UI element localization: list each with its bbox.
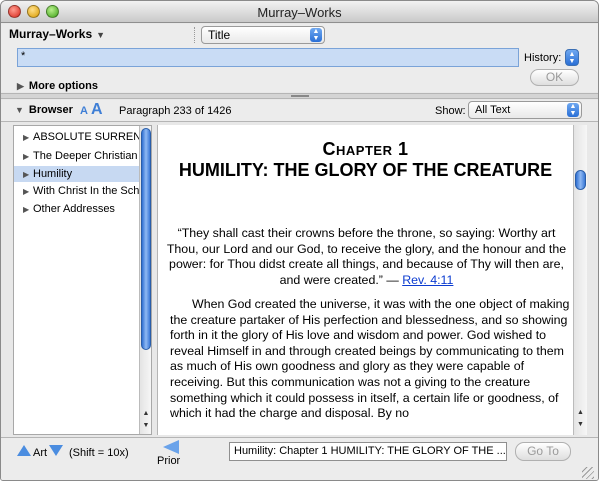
- show-filter-select[interactable]: All Text ▲ ▼: [468, 101, 582, 119]
- chapter-number: Chapter 1: [322, 139, 409, 159]
- browser-bar: ▼ Browser A A Paragraph 233 of 1426 Show:…: [1, 100, 598, 122]
- window-title: Murray–Works: [257, 5, 342, 20]
- disclosure-triangle-down-icon: ▼: [15, 105, 24, 115]
- article-up-icon[interactable]: [17, 445, 31, 456]
- tree-item[interactable]: ▶ Other Addresses: [14, 201, 139, 217]
- history-label: History:: [524, 52, 562, 64]
- tree-item[interactable]: ▶The Deeper Christian Life: [14, 148, 139, 164]
- scroll-up-icon[interactable]: ▲: [574, 409, 587, 416]
- splitter-grip-icon: [291, 95, 309, 97]
- scroll-up-icon[interactable]: ▲: [140, 410, 152, 417]
- title-bar[interactable]: Murray–Works: [1, 1, 598, 23]
- epigraph: “They shall cast their crowns before the…: [164, 226, 569, 288]
- tree-item-label: Other Addresses: [33, 203, 115, 215]
- tree-item[interactable]: ▶ABSOLUTE SURRENDER: [14, 129, 139, 145]
- search-panel: Murray–Works ▼ Title ▲ ▼ * History: ▲ ▼ OK …: [1, 24, 598, 92]
- browser-toggle[interactable]: ▼ Browser: [15, 104, 73, 116]
- scroll-down-icon[interactable]: ▼: [140, 422, 152, 429]
- search-field-value: Title: [208, 28, 231, 42]
- select-stepper-icon: ▲ ▼: [310, 28, 322, 42]
- go-to-button[interactable]: Go To: [515, 442, 571, 461]
- scroll-down-icon[interactable]: ▼: [574, 421, 587, 428]
- document-scrollbar[interactable]: ▲ ▼: [573, 125, 587, 435]
- location-input[interactable]: Humility: Chapter 1 HUMILITY: THE GLORY …: [229, 442, 507, 461]
- scripture-reference-link[interactable]: Rev. 4:11: [402, 273, 453, 287]
- navigation-bar: Art (Shift = 10x) Prior Humility: Chapte…: [1, 437, 598, 480]
- article-label: Art: [33, 447, 48, 459]
- epigraph-text: “They shall cast their crowns before the…: [166, 226, 567, 287]
- browser-label: Browser: [28, 104, 73, 116]
- prior-arrow-icon[interactable]: [163, 440, 179, 454]
- toolbar-divider: [194, 27, 195, 43]
- show-label: Show:: [435, 105, 466, 117]
- tree-item-label: The Deeper Christian Life: [33, 150, 139, 162]
- show-filter-value: All Text: [475, 104, 511, 116]
- paragraph-position: Paragraph 233 of 1426: [119, 105, 232, 117]
- tree-item-label: Humility: [33, 168, 73, 180]
- shift-hint: (Shift = 10x): [69, 447, 129, 459]
- disclosure-triangle-icon: ▶: [23, 152, 30, 161]
- body-paragraph: When God created the universe, it was wi…: [170, 297, 570, 421]
- tree-item[interactable]: ▶With Christ In the School of Prayer: [14, 183, 139, 199]
- contents-tree: ▶ABSOLUTE SURRENDER ▶The Deeper Christia…: [13, 125, 152, 435]
- app-window: Murray–Works Murray–Works ▼ Title ▲ ▼ * Hi…: [0, 0, 599, 481]
- module-selector[interactable]: Murray–Works ▼: [9, 27, 105, 41]
- tree-item-label: ABSOLUTE SURRENDER: [33, 131, 139, 143]
- disclosure-triangle-icon: ▶: [17, 81, 24, 91]
- ok-button[interactable]: OK: [530, 69, 579, 86]
- document-view[interactable]: Chapter 1 HUMILITY: THE GLORY OF THE CRE…: [157, 125, 587, 435]
- search-input[interactable]: *: [17, 48, 519, 67]
- chevron-down-icon: ▼: [96, 30, 106, 40]
- document-scroll-thumb[interactable]: [575, 170, 586, 190]
- tree-item-selected[interactable]: ▶ Humility: [14, 166, 139, 182]
- resize-grip-icon[interactable]: [582, 467, 594, 479]
- prior-button-label[interactable]: Prior: [157, 455, 180, 467]
- pane-splitter[interactable]: [1, 93, 598, 99]
- more-options-label: More options: [28, 80, 98, 92]
- disclosure-triangle-icon: ▶: [23, 187, 30, 196]
- search-field-select[interactable]: Title ▲ ▼: [201, 26, 325, 44]
- chapter-title: HUMILITY: THE GLORY OF THE CREATURE: [178, 160, 553, 180]
- more-options-toggle[interactable]: ▶ More options: [17, 80, 98, 92]
- tree-item-label: With Christ In the School of Prayer: [33, 185, 139, 197]
- sidebar-scroll-thumb[interactable]: [141, 128, 151, 350]
- sidebar-scrollbar[interactable]: ▲ ▼: [139, 126, 151, 434]
- decrease-font-button[interactable]: A: [80, 105, 88, 117]
- history-stepper[interactable]: ▲ ▼: [565, 49, 579, 66]
- article-down-icon[interactable]: [49, 445, 63, 456]
- disclosure-triangle-icon: ▶: [23, 133, 30, 142]
- select-stepper-icon: ▲ ▼: [567, 103, 579, 117]
- module-name-label: Murray–Works: [9, 27, 93, 41]
- disclosure-triangle-icon: ▶: [23, 205, 30, 214]
- increase-font-button[interactable]: A: [91, 101, 103, 119]
- disclosure-triangle-icon: ▶: [23, 170, 30, 179]
